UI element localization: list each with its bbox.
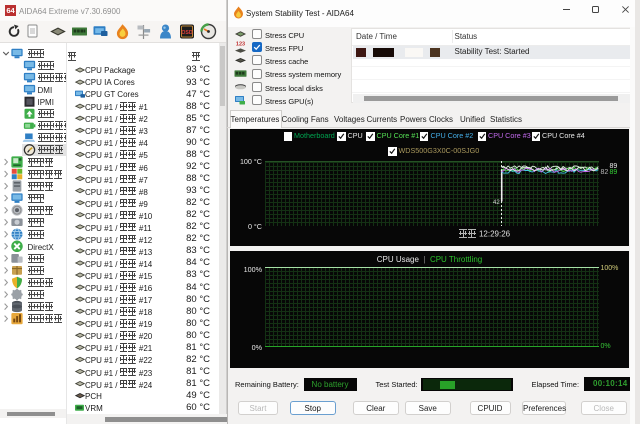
svg-text:42: 42 — [493, 200, 500, 206]
svg-text:OSD: OSD — [181, 30, 192, 36]
svg-text:123: 123 — [236, 42, 245, 48]
